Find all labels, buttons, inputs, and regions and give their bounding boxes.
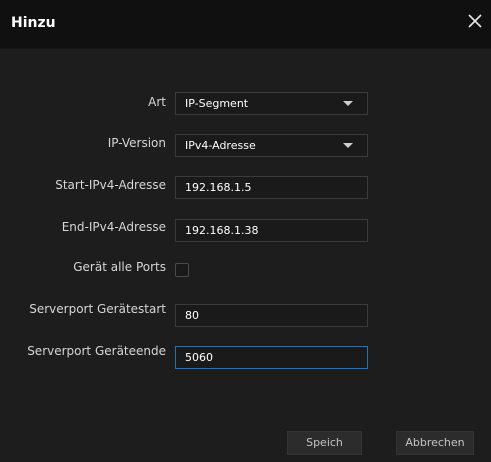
- ip-version-value: IPv4-Adresse: [185, 139, 256, 152]
- art-select[interactable]: IP-Segment: [175, 92, 368, 115]
- add-dialog: Hinzu Art IP-Segment IP-Version IPv4-Adr…: [0, 0, 491, 462]
- end-ip-input[interactable]: 192.168.1.38: [175, 219, 368, 242]
- ip-version-select[interactable]: IPv4-Adresse: [175, 134, 368, 157]
- dialog-titlebar: Hinzu: [0, 0, 491, 49]
- ip-version-label: IP-Version: [107, 136, 166, 150]
- art-label: Art: [148, 95, 166, 109]
- chevron-down-icon: [343, 143, 353, 148]
- start-ip-label: Start-IPv4-Adresse: [55, 178, 166, 192]
- port-start-label: Serverport Gerätestart: [29, 302, 166, 316]
- save-button[interactable]: Speich: [287, 431, 362, 455]
- port-start-input[interactable]: 80: [175, 304, 368, 327]
- port-end-label: Serverport Geräteende: [27, 344, 166, 358]
- chevron-down-icon: [343, 101, 353, 106]
- all-ports-checkbox[interactable]: [175, 263, 189, 277]
- close-icon[interactable]: [467, 13, 483, 29]
- end-ip-label: End-IPv4-Adresse: [61, 220, 166, 234]
- start-ip-input[interactable]: 192.168.1.5: [175, 176, 368, 199]
- art-value: IP-Segment: [185, 97, 249, 110]
- cancel-button[interactable]: Abbrechen: [396, 431, 474, 455]
- all-ports-label: Gerät alle Ports: [73, 260, 166, 274]
- port-end-input[interactable]: 5060: [175, 346, 368, 369]
- dialog-title: Hinzu: [11, 15, 56, 31]
